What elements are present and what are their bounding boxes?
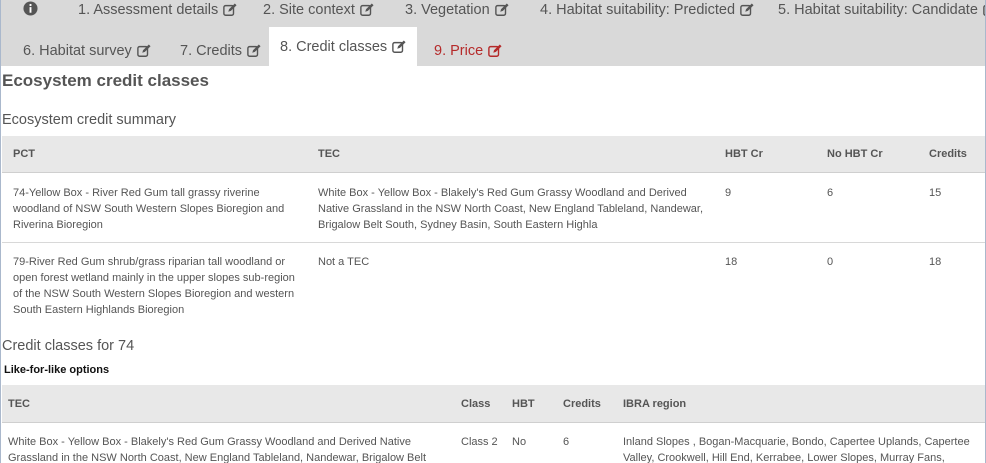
credit-classes-title: Credit classes for 74	[2, 338, 135, 354]
cell-ibra-region: Inland Slopes , Bogan-Macquarie, Bondo, …	[623, 436, 970, 463]
cell-pct: 79-River Red Gum shrub/grass riparian ta…	[13, 256, 295, 316]
summary-table: PCT TEC HBT Cr No HBT Cr Credits 74-Yell…	[2, 136, 985, 333]
edit-icon	[392, 40, 406, 53]
tab-label: 2. Site context	[263, 2, 355, 18]
table-row[interactable]: 74-Yellow Box - River Red Gum tall grass…	[2, 173, 985, 243]
cell-tec: White Box - Yellow Box - Blakely's Red G…	[8, 436, 427, 463]
cell-class: Class 2	[461, 436, 498, 448]
tab-habitat-survey[interactable]: 6. Habitat survey	[23, 41, 151, 61]
col-no-hbt-cr[interactable]: No HBT Cr	[827, 148, 883, 160]
tab-label: 8. Credit classes	[280, 39, 388, 55]
tab-site-context[interactable]: 2. Site context	[263, 0, 374, 20]
credit-classes-table: TEC Class HBT Credits IBRA region White …	[2, 385, 985, 463]
cell-pct: 74-Yellow Box - River Red Gum tall grass…	[13, 187, 285, 231]
like-for-like-label: Like-for-like options	[4, 364, 110, 376]
tab-price[interactable]: 9. Price	[434, 41, 502, 61]
col-credits[interactable]: Credits	[563, 398, 601, 410]
cell-hbt-cr: 18	[725, 256, 738, 268]
table-header: PCT TEC HBT Cr No HBT Cr Credits	[2, 136, 985, 173]
table-row[interactable]: White Box - Yellow Box - Blakely's Red G…	[2, 423, 985, 463]
col-tec[interactable]: TEC	[318, 148, 340, 160]
cell-hbt-cr: 9	[725, 187, 732, 199]
summary-title: Ecosystem credit summary	[2, 112, 177, 128]
page-title: Ecosystem credit classes	[2, 71, 209, 90]
col-pct[interactable]: PCT	[13, 148, 35, 160]
tab-vegetation[interactable]: 3. Vegetation	[405, 0, 509, 20]
tab-assessment-details[interactable]: 1. Assessment details	[78, 0, 237, 20]
edit-icon	[136, 44, 151, 57]
tab-label: 3. Vegetation	[405, 2, 490, 18]
cell-credits: 6	[563, 436, 570, 448]
tab-habitat-candidate[interactable]: 5. Habitat suitability: Candidate	[778, 0, 985, 20]
cell-no-hbt-cr: 0	[827, 256, 834, 268]
cell-no-hbt-cr: 6	[827, 187, 834, 199]
info-icon[interactable]	[23, 1, 38, 16]
col-class[interactable]: Class	[461, 398, 490, 410]
cell-tec: White Box - Yellow Box - Blakely's Red G…	[318, 187, 703, 231]
tab-credit-classes[interactable]: 8. Credit classes	[269, 27, 418, 67]
cell-hbt: No	[512, 436, 527, 448]
app-frame: 1. Assessment details 2. Site context 3.…	[0, 0, 986, 463]
tab-label: 6. Habitat survey	[23, 43, 132, 59]
tab-label: 5. Habitat suitability: Candidate	[778, 2, 978, 18]
tab-label: 9. Price	[434, 43, 484, 59]
tab-habitat-predicted[interactable]: 4. Habitat suitability: Predicted	[540, 0, 754, 20]
table-row[interactable]: 79-River Red Gum shrub/grass riparian ta…	[2, 243, 985, 333]
edit-icon	[360, 3, 374, 16]
col-hbt[interactable]: HBT	[512, 398, 535, 410]
tab-label: 4. Habitat suitability: Predicted	[540, 2, 736, 18]
edit-icon	[494, 3, 509, 16]
cell-tec: Not a TEC	[318, 256, 370, 268]
col-credits[interactable]: Credits	[929, 148, 967, 160]
cell-credits: 18	[929, 256, 942, 268]
col-tec[interactable]: TEC	[8, 398, 30, 410]
tab-credits[interactable]: 7. Credits	[180, 41, 261, 61]
col-ibra-region[interactable]: IBRA region	[623, 398, 686, 410]
edit-icon	[488, 44, 502, 57]
edit-icon	[223, 3, 237, 16]
tab-label: 1. Assessment details	[78, 2, 219, 18]
edit-icon	[740, 3, 754, 16]
tab-label: 7. Credits	[180, 43, 243, 59]
cell-credits: 15	[929, 187, 942, 199]
table-header: TEC Class HBT Credits IBRA region	[2, 385, 985, 423]
edit-icon	[247, 44, 261, 57]
tab-bar: 1. Assessment details 2. Site context 3.…	[1, 0, 985, 67]
col-hbt-cr[interactable]: HBT Cr	[725, 148, 763, 160]
